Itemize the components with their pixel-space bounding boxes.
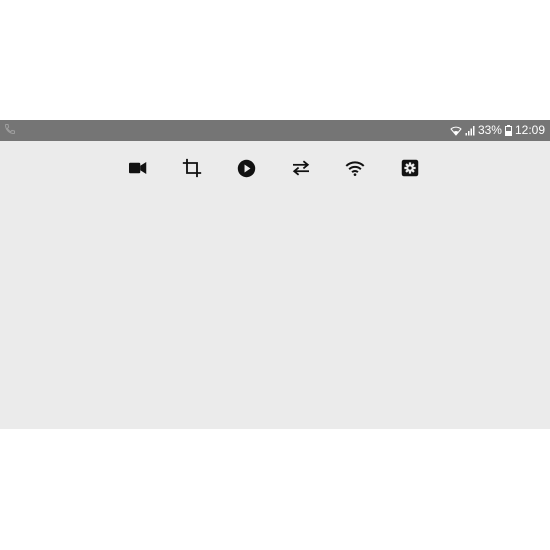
swap-button[interactable] (286, 153, 316, 183)
wifi-icon (345, 160, 365, 176)
battery-percent: 33% (477, 123, 502, 137)
status-indicators: 33% 12:09 (450, 120, 545, 141)
app-screen: 33% 12:09 (0, 120, 550, 429)
crop-icon (182, 158, 202, 178)
status-bar: 33% 12:09 (0, 120, 550, 141)
cell-signal-icon (465, 125, 475, 136)
crop-button[interactable] (177, 153, 207, 183)
settings-icon (401, 159, 419, 177)
battery-icon (504, 125, 512, 136)
page: 33% 12:09 (0, 0, 550, 550)
settings-button[interactable] (395, 153, 425, 183)
wifi-status-icon (450, 125, 462, 136)
wifi-button[interactable] (340, 153, 370, 183)
play-button[interactable] (231, 153, 261, 183)
record-video-button[interactable] (123, 153, 153, 183)
toolbar (0, 153, 550, 183)
video-camera-icon (129, 162, 147, 174)
phone-call-icon (4, 123, 18, 137)
clock: 12:09 (514, 123, 545, 137)
play-circle-icon (237, 159, 256, 178)
swap-arrows-icon (291, 160, 311, 176)
